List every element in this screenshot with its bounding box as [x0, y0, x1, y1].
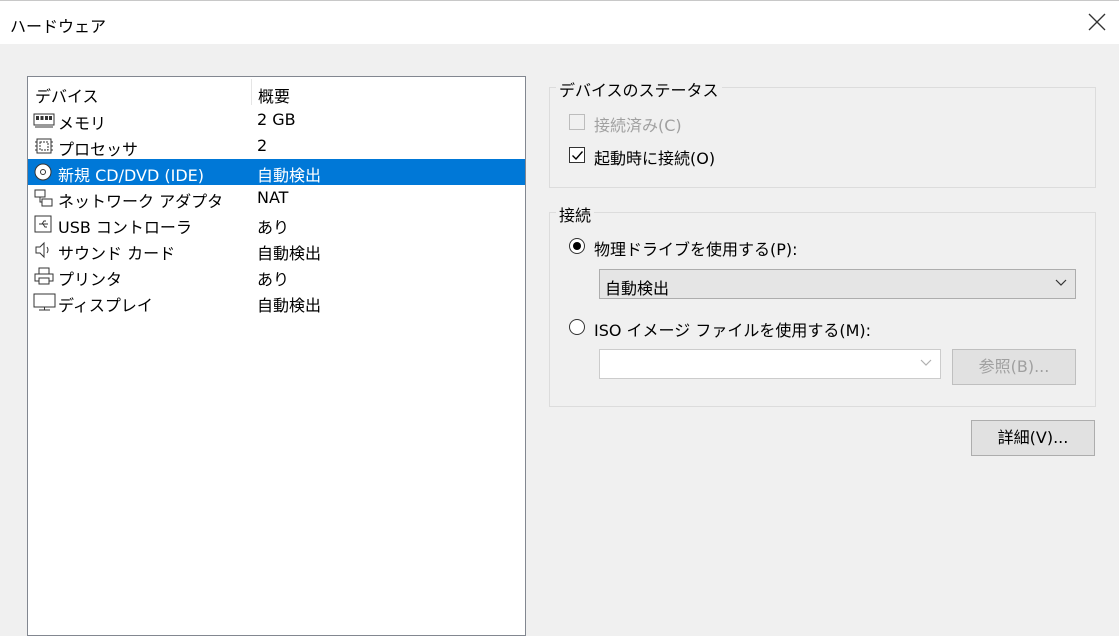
device-name: プロセッサ: [58, 140, 139, 159]
connect-at-power-on-label: 起動時に接続(O): [594, 149, 716, 168]
device-status-title: デバイスのステータス: [556, 77, 722, 101]
physical-drive-select-value: 自動検出: [605, 279, 670, 298]
close-icon: [1088, 13, 1106, 31]
iso-image-radio-button[interactable]: [569, 319, 585, 335]
device-row-memory[interactable]: メモリ 2 GB: [28, 107, 525, 133]
device-summary: 自動検出: [257, 166, 322, 185]
chevron-down-icon: [920, 359, 932, 366]
column-separator[interactable]: [251, 79, 252, 105]
device-row-network-adapter[interactable]: ネットワーク アダプタ NAT: [28, 185, 525, 211]
advanced-button[interactable]: 詳細(V)...: [971, 420, 1095, 456]
physical-drive-label: 物理ドライブを使用する(P):: [594, 240, 798, 259]
processor-icon: [33, 136, 55, 156]
column-header-device[interactable]: デバイス: [35, 83, 99, 107]
memory-icon: [33, 110, 55, 130]
connection-group: 接続 物理ドライブを使用する(P): 自動検出 ISO イメージ ファイルを使用…: [549, 202, 1096, 407]
device-name: プリンタ: [58, 270, 123, 289]
device-row-printer[interactable]: プリンタ あり: [28, 263, 525, 289]
device-row-processor[interactable]: プロセッサ 2: [28, 133, 525, 159]
device-name: 新規 CD/DVD (IDE): [58, 166, 204, 185]
speaker-icon: [33, 240, 55, 260]
column-header-summary[interactable]: 概要: [258, 83, 290, 107]
window-title: ハードウェア: [10, 17, 107, 36]
device-row-display[interactable]: ディスプレイ 自動検出: [28, 289, 525, 315]
device-list[interactable]: デバイス 概要 メモリ 2 GB プロセッサ 2 新規 CD/DVD (IDE)…: [27, 76, 526, 636]
physical-drive-radio-button[interactable]: [569, 238, 585, 254]
device-summary: 自動検出: [257, 296, 322, 315]
printer-icon: [33, 266, 55, 286]
device-name: ディスプレイ: [58, 296, 153, 315]
device-summary: あり: [257, 218, 290, 237]
radio-dot: [573, 242, 581, 250]
network-adapter-icon: [33, 188, 55, 208]
device-summary: あり: [257, 270, 290, 289]
chevron-down-icon: [1055, 279, 1067, 286]
physical-drive-select[interactable]: 自動検出: [599, 269, 1076, 299]
device-name: ネットワーク アダプタ: [58, 192, 224, 211]
device-name: メモリ: [58, 114, 107, 133]
checkmark-icon: [572, 151, 584, 161]
device-status-group: デバイスのステータス 接続済み(C) 起動時に接続(O): [549, 77, 1096, 188]
display-icon: [33, 292, 56, 312]
device-row-usb[interactable]: USB コントローラ あり: [28, 211, 525, 237]
device-summary: NAT: [257, 188, 289, 207]
device-summary: 2: [257, 136, 268, 155]
iso-image-path-combo[interactable]: [599, 349, 941, 379]
title-bar: ハードウェア: [0, 0, 1119, 44]
device-name: サウンド カード: [58, 244, 176, 263]
close-button[interactable]: [1075, 1, 1119, 45]
iso-image-label: ISO イメージ ファイルを使用する(M):: [594, 321, 872, 340]
list-header: デバイス 概要: [28, 77, 525, 107]
connection-title: 接続: [556, 202, 595, 226]
usb-icon: [33, 214, 55, 234]
connect-at-power-on-checkbox-box[interactable]: [569, 147, 585, 163]
browse-button[interactable]: 参照(B)...: [952, 349, 1076, 385]
connected-checkbox-box[interactable]: [569, 114, 585, 130]
device-summary: 自動検出: [257, 244, 322, 263]
device-row-sound-card[interactable]: サウンド カード 自動検出: [28, 237, 525, 263]
cd-dvd-icon: [33, 162, 55, 182]
device-summary: 2 GB: [257, 110, 296, 129]
device-name: USB コントローラ: [58, 218, 192, 237]
connected-label: 接続済み(C): [594, 116, 682, 135]
device-row-cd-dvd[interactable]: 新規 CD/DVD (IDE) 自動検出: [28, 159, 525, 185]
